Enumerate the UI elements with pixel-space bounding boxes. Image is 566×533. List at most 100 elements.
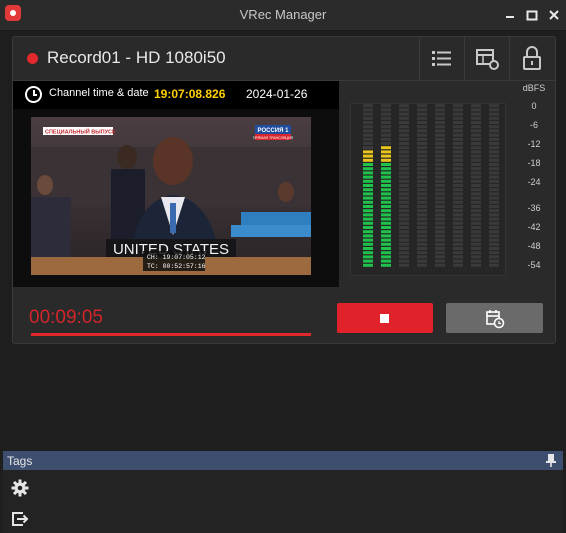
video-preview[interactable]: СПЕЦИАЛЬНЫЙ ВЫПУСК РОССИЯ 1 ПРЯМАЯ ТРАНС… xyxy=(31,117,311,275)
meter-segment-active xyxy=(381,104,391,108)
meter-segment xyxy=(417,192,427,196)
meter-segment xyxy=(417,221,427,225)
meter-segment xyxy=(435,104,445,108)
meter-segment-active xyxy=(381,192,391,196)
meter-segment xyxy=(453,104,463,108)
meter-segment-active xyxy=(381,146,391,150)
meter-segment xyxy=(453,167,463,171)
meter-segment xyxy=(417,163,427,166)
meter-segment xyxy=(489,255,499,259)
meter-segment xyxy=(435,116,445,120)
meter-segment xyxy=(399,163,409,166)
meter-segment-active xyxy=(381,129,391,133)
meter-segment-active xyxy=(381,221,391,225)
meter-segment xyxy=(417,108,427,112)
meter-segment-active xyxy=(381,205,391,208)
stop-button[interactable] xyxy=(337,303,433,333)
db-scale-label: -12 xyxy=(527,139,541,149)
meter-segment-active xyxy=(363,121,373,124)
meter-segment xyxy=(453,171,463,175)
meter-segment xyxy=(471,263,481,267)
meter-segment-active xyxy=(381,184,391,187)
meter-segment-active xyxy=(363,205,373,208)
meter-segment xyxy=(453,259,463,263)
meter-segment xyxy=(471,154,481,158)
meter-segment xyxy=(417,104,427,108)
meter-segment xyxy=(417,184,427,187)
meter-segment xyxy=(489,242,499,246)
lock-button[interactable] xyxy=(509,37,554,80)
meter-segment xyxy=(453,154,463,158)
meter-segment-active xyxy=(381,179,391,183)
meter-segment xyxy=(435,158,445,162)
meter-segment xyxy=(435,129,445,133)
meter-segment xyxy=(399,196,409,200)
meter-segment xyxy=(399,150,409,154)
meter-segment xyxy=(489,142,499,145)
meter-segment-active xyxy=(381,171,391,175)
minimize-icon[interactable] xyxy=(502,7,518,23)
pin-icon[interactable] xyxy=(545,453,557,467)
meter-segment-active xyxy=(363,259,373,263)
meter-segment xyxy=(453,209,463,213)
db-scale-label: -6 xyxy=(529,120,538,130)
meter-segment xyxy=(489,104,499,108)
meter-segment-active xyxy=(381,209,391,213)
meter-segment xyxy=(417,242,427,246)
meter-segment-active xyxy=(381,226,391,229)
meter-segment xyxy=(471,121,481,124)
meter-segment xyxy=(471,209,481,213)
meter-segment-active xyxy=(363,133,373,137)
meter-segment xyxy=(399,179,409,183)
list-button[interactable] xyxy=(419,37,464,80)
schedule-grid-button[interactable] xyxy=(464,37,509,80)
tc-timecode: TC: 00:52:57:16 xyxy=(147,263,206,270)
meter-segment-active xyxy=(363,137,373,141)
lock-icon xyxy=(523,46,541,70)
meter-segment xyxy=(453,175,463,179)
meter-segment xyxy=(453,112,463,116)
meter-segment xyxy=(489,221,499,225)
meter-segment xyxy=(471,137,481,141)
meter-segment-active xyxy=(363,242,373,246)
meter-segment xyxy=(471,133,481,137)
meter-segment-active xyxy=(381,112,391,116)
meter-segment xyxy=(417,179,427,183)
schedule-button[interactable] xyxy=(446,303,543,333)
meter-segment-active xyxy=(381,133,391,137)
meter-segment xyxy=(453,116,463,120)
meter-segment xyxy=(471,247,481,250)
meter-segment xyxy=(471,108,481,112)
meter-segment xyxy=(399,209,409,213)
meter-segment xyxy=(453,188,463,192)
close-icon[interactable] xyxy=(546,7,562,23)
maximize-icon[interactable] xyxy=(524,7,540,23)
meter-segment xyxy=(453,263,463,267)
meter-segment-active xyxy=(363,129,373,133)
db-scale-label: -48 xyxy=(527,241,541,251)
meter-segment xyxy=(435,171,445,175)
meter-segment xyxy=(489,234,499,238)
meter-segment-active xyxy=(363,154,373,158)
meter-segment xyxy=(399,112,409,116)
meter-segment-active xyxy=(381,142,391,145)
meter-segment xyxy=(435,108,445,112)
db-scale-label: -42 xyxy=(527,222,541,232)
meter-segment xyxy=(453,129,463,133)
meter-segment-active xyxy=(363,167,373,171)
meter-segment xyxy=(399,217,409,221)
meter-segment-active xyxy=(381,259,391,263)
meter-segment xyxy=(489,213,499,217)
export-icon[interactable] xyxy=(11,510,29,528)
meter-segment-active xyxy=(381,234,391,238)
channel-time-label: Channel time & date xyxy=(49,87,149,99)
level-meter-graphic xyxy=(363,100,499,267)
meter-segment-active xyxy=(363,150,373,154)
meter-segment-active xyxy=(363,209,373,213)
meter-segment-active xyxy=(363,116,373,120)
meter-segment xyxy=(435,167,445,171)
meter-segment xyxy=(399,104,409,108)
meter-segment xyxy=(399,259,409,263)
gear-icon[interactable] xyxy=(11,479,29,497)
meter-segment xyxy=(417,175,427,179)
